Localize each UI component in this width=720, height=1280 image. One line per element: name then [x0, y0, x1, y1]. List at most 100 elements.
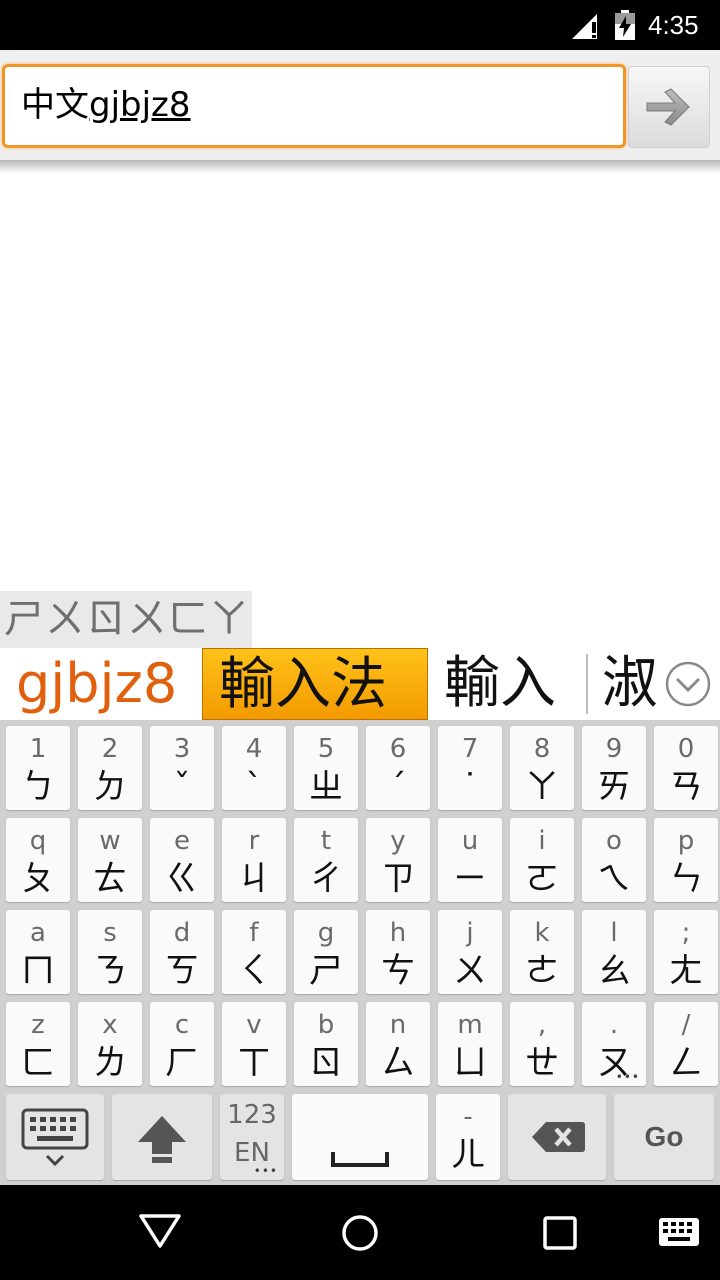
key-comma[interactable]: ,ㄝ: [510, 1002, 574, 1086]
key-z[interactable]: zㄈ: [6, 1002, 70, 1086]
keyboard-hide-button[interactable]: [6, 1094, 104, 1180]
key-label-top: v: [246, 1010, 262, 1040]
key-u[interactable]: uㄧ: [438, 818, 502, 902]
key-2[interactable]: 2ㄉ: [78, 726, 142, 810]
key-q[interactable]: qㄆ: [6, 818, 70, 902]
key-label-top: 9: [605, 734, 623, 764]
key-j[interactable]: jㄨ: [438, 910, 502, 994]
key-label-main: ㄓ: [309, 767, 343, 807]
key-label-top: 6: [389, 734, 407, 764]
key-label-main: ㄊ: [93, 859, 127, 899]
key-label-top: a: [30, 918, 46, 948]
key-label-top: /: [681, 1010, 691, 1040]
key-label-main: ㄑ: [237, 951, 271, 991]
key-label-main: ㄍ: [165, 859, 199, 899]
key-label-top: h: [389, 918, 407, 948]
key-c[interactable]: cㄏ: [150, 1002, 214, 1086]
key-label-main: ㄤ: [669, 951, 703, 991]
key-label-main: ㄥ: [669, 1043, 703, 1083]
key-v[interactable]: vㄒ: [222, 1002, 286, 1086]
key-8[interactable]: 8ㄚ: [510, 726, 574, 810]
key-7[interactable]: 7 ˙: [438, 726, 502, 810]
go-button[interactable]: Go: [614, 1094, 714, 1180]
key-o[interactable]: oㄟ: [582, 818, 646, 902]
key-0[interactable]: 0ㄢ: [654, 726, 718, 810]
key-k[interactable]: kㄜ: [510, 910, 574, 994]
key-y[interactable]: yㄗ: [366, 818, 430, 902]
key-h[interactable]: hㄘ: [366, 910, 430, 994]
key-label-main: ㄌ: [93, 1043, 127, 1083]
key-i[interactable]: iㄛ: [510, 818, 574, 902]
key-label-top: 5: [317, 734, 335, 764]
key-label-top: t: [320, 826, 332, 856]
key-label-top: 3: [173, 734, 191, 764]
signal-no-data-icon: [572, 14, 597, 39]
key-label-top: -: [463, 1102, 473, 1132]
bopomofo-keyboard: 1ㄅ 2ㄉ 3ˇ 4ˋ 5ㄓ 6ˊ 7 ˙ 8ㄚ 9ㄞ 0ㄢ qㄆ wㄊ eㄍ r…: [0, 720, 720, 1185]
search-input-composing: gjbjz8: [89, 85, 191, 125]
key-6[interactable]: 6ˊ: [366, 726, 430, 810]
key-d[interactable]: dㄎ: [150, 910, 214, 994]
key-r[interactable]: rㄐ: [222, 818, 286, 902]
key-g[interactable]: gㄕ: [294, 910, 358, 994]
candidate-raw-input[interactable]: gjbjz8: [0, 648, 202, 720]
key-label-top: i: [538, 826, 546, 856]
chevron-down-circle-icon[interactable]: [664, 660, 712, 708]
key-label-main: ㄅ: [21, 767, 55, 807]
symbols-mode-button[interactable]: 123 EN •••: [220, 1094, 284, 1180]
key-slash[interactable]: / ㄥ: [654, 1002, 718, 1086]
key-w[interactable]: wㄊ: [78, 818, 142, 902]
key-label-top: d: [173, 918, 191, 948]
key-l[interactable]: lㄠ: [582, 910, 646, 994]
key-5[interactable]: 5ㄓ: [294, 726, 358, 810]
search-input-text: 中文: [21, 85, 89, 125]
candidate-item[interactable]: 輸入法: [202, 648, 428, 720]
home-circle-icon[interactable]: [340, 1213, 380, 1253]
key-label-top: u: [461, 826, 479, 856]
key-4[interactable]: 4ˋ: [222, 726, 286, 810]
search-bar-shadow: [0, 160, 720, 174]
key-label-top: g: [317, 918, 335, 948]
key-b[interactable]: bㄖ: [294, 1002, 358, 1086]
key-1[interactable]: 1ㄅ: [6, 726, 70, 810]
key-m[interactable]: mㄩ: [438, 1002, 502, 1086]
recents-square-icon[interactable]: [542, 1215, 578, 1251]
key-label-top: q: [29, 826, 47, 856]
key-t[interactable]: tㄔ: [294, 818, 358, 902]
key-label-main: ˋ: [245, 767, 263, 807]
key-label-main: ㄗ: [381, 859, 415, 899]
shift-button[interactable]: [112, 1094, 212, 1180]
key-3[interactable]: 3ˇ: [150, 726, 214, 810]
keyboard-hide-icon: [21, 1108, 89, 1167]
key-p[interactable]: pㄣ: [654, 818, 718, 902]
key-label-top: k: [534, 918, 550, 948]
candidate-item[interactable]: 淑: [586, 648, 662, 720]
key-s[interactable]: sㄋ: [78, 910, 142, 994]
search-submit-button[interactable]: [628, 66, 710, 148]
more-keys-indicator: •••: [253, 1164, 278, 1178]
key-minus[interactable]: - ㄦ: [436, 1094, 500, 1180]
key-label-main: ㄎ: [165, 951, 199, 991]
key-label-top: n: [389, 1010, 407, 1040]
key-f[interactable]: fㄑ: [222, 910, 286, 994]
search-input[interactable]: 中文gjbjz8: [2, 64, 626, 148]
key-n[interactable]: nㄙ: [366, 1002, 430, 1086]
key-label-main: ㄔ: [309, 859, 343, 899]
key-semicolon[interactable]: ; ㄤ: [654, 910, 718, 994]
key-label-top: p: [677, 826, 695, 856]
space-key[interactable]: [292, 1094, 428, 1180]
key-period[interactable]: . ㄡ •••: [582, 1002, 646, 1086]
key-label-main: ㄚ: [525, 767, 559, 807]
key-x[interactable]: xㄌ: [78, 1002, 142, 1086]
key-label-top: s: [103, 918, 117, 948]
key-label-top: 1: [29, 734, 47, 764]
key-9[interactable]: 9ㄞ: [582, 726, 646, 810]
key-e[interactable]: eㄍ: [150, 818, 214, 902]
candidate-item[interactable]: 輸入: [428, 648, 586, 720]
key-label-top: y: [390, 826, 406, 856]
key-label-top: 2: [101, 734, 119, 764]
back-triangle-icon[interactable]: [138, 1213, 182, 1249]
backspace-button[interactable]: [508, 1094, 606, 1180]
key-a[interactable]: aㄇ: [6, 910, 70, 994]
keyboard-switch-icon[interactable]: [658, 1217, 700, 1247]
